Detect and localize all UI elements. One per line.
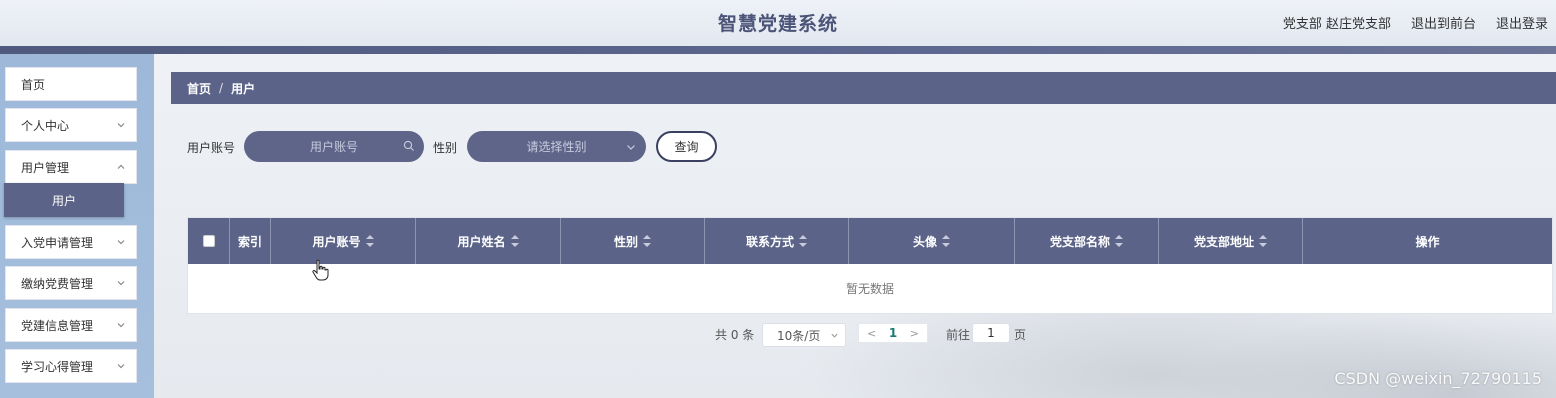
sidebar-item-label: 用户管理 bbox=[21, 160, 70, 175]
sidebar-item-label: 学习心得管理 bbox=[21, 359, 94, 374]
column-header-gender[interactable]: 性别 bbox=[561, 218, 705, 264]
sidebar-subitem-label: 用户 bbox=[51, 193, 76, 208]
account-search-input[interactable] bbox=[244, 131, 424, 162]
breadcrumb-home[interactable]: 首页 bbox=[187, 80, 211, 97]
sort-icon[interactable] bbox=[1259, 235, 1267, 247]
sort-icon[interactable] bbox=[1115, 235, 1123, 247]
chevron-down-icon bbox=[627, 145, 635, 150]
search-icon bbox=[403, 140, 414, 151]
column-header-contact[interactable]: 联系方式 bbox=[705, 218, 849, 264]
sidebar-item-application-management[interactable]: 入党申请管理 bbox=[5, 225, 137, 259]
hand-cursor-icon bbox=[312, 259, 329, 281]
pager-nav: < 1 > bbox=[858, 323, 928, 343]
sidebar-item-label: 党建信息管理 bbox=[21, 318, 94, 333]
sidebar-item-personal-center[interactable]: 个人中心 bbox=[5, 108, 137, 142]
column-header-account[interactable]: 用户账号 bbox=[271, 218, 416, 264]
sort-icon[interactable] bbox=[799, 235, 807, 247]
sidebar-item-news-management[interactable]: 党建信息管理 bbox=[5, 308, 137, 342]
sidebar-item-dues-management[interactable]: 缴纳党费管理 bbox=[5, 266, 137, 300]
account-label: 用户账号 bbox=[187, 141, 236, 155]
breadcrumb-separator: / bbox=[219, 81, 224, 95]
sidebar-item-home[interactable]: 首页 bbox=[5, 67, 137, 101]
select-all-checkbox[interactable] bbox=[202, 235, 215, 247]
sidebar-subitem-user[interactable]: 用户 bbox=[4, 183, 124, 217]
table-empty-state: 暂无数据 bbox=[845, 282, 894, 296]
header-divider-bar bbox=[0, 46, 1556, 54]
watermark: CSDN @weixin_72790115 bbox=[1334, 369, 1542, 388]
column-header-actions: 操作 bbox=[1415, 234, 1440, 249]
user-table: 索引 用户账号 用户姓名 性别 联系方式 头像 党支部名称 党支部地址 操作 暂… bbox=[187, 217, 1553, 314]
page-suffix: 页 bbox=[1014, 328, 1027, 342]
query-button[interactable]: 查询 bbox=[656, 131, 717, 162]
sort-icon[interactable] bbox=[365, 235, 374, 247]
page-size-value: 10条/页 bbox=[777, 328, 821, 343]
column-header-branch-address[interactable]: 党支部地址 bbox=[1159, 218, 1303, 264]
prev-page-icon[interactable]: < bbox=[867, 327, 876, 340]
sidebar-item-user-management[interactable]: 用户管理 bbox=[5, 150, 137, 184]
chevron-up-icon bbox=[117, 164, 125, 169]
column-header-branch-name[interactable]: 党支部名称 bbox=[1015, 218, 1159, 264]
column-header-avatar[interactable]: 头像 bbox=[849, 218, 1015, 264]
sort-icon[interactable] bbox=[942, 235, 950, 247]
top-header: 智慧党建系统 党支部 赵庄党支部 退出到前台 退出登录 bbox=[0, 0, 1556, 46]
logout-link[interactable]: 退出登录 bbox=[1496, 13, 1548, 32]
breadcrumb: 首页 / 用户 bbox=[171, 72, 1556, 104]
goto-label: 前往 bbox=[946, 328, 971, 342]
sidebar-item-label: 缴纳党费管理 bbox=[21, 276, 94, 291]
sidebar-item-label: 个人中心 bbox=[21, 118, 70, 133]
page-size-select[interactable]: 10条/页 bbox=[762, 323, 846, 347]
pager-total: 共 0 条 bbox=[715, 328, 755, 342]
gender-select-placeholder: 请选择性别 bbox=[526, 140, 587, 154]
gender-select[interactable]: 请选择性别 bbox=[467, 131, 646, 162]
chevron-down-icon bbox=[117, 240, 125, 245]
sidebar-item-label: 入党申请管理 bbox=[21, 235, 94, 250]
column-header-index: 索引 bbox=[230, 218, 271, 264]
sort-icon[interactable] bbox=[643, 235, 651, 247]
sidebar-item-label: 首页 bbox=[21, 77, 46, 92]
goto-page-input[interactable] bbox=[972, 323, 1010, 343]
next-page-icon[interactable]: > bbox=[910, 327, 919, 340]
chevron-down-icon bbox=[117, 364, 125, 369]
current-page-number[interactable]: 1 bbox=[889, 326, 897, 340]
current-user-label: 党支部 赵庄党支部 bbox=[1282, 17, 1391, 32]
chevron-down-icon bbox=[117, 323, 125, 328]
header-actions: 党支部 赵庄党支部 退出到前台 退出登录 bbox=[1283, 13, 1548, 32]
back-to-front-link[interactable]: 退出到前台 bbox=[1411, 13, 1476, 32]
chevron-down-icon bbox=[831, 333, 838, 338]
sidebar-item-study-management[interactable]: 学习心得管理 bbox=[5, 349, 137, 383]
gender-label: 性别 bbox=[433, 141, 458, 155]
chevron-down-icon bbox=[117, 281, 125, 286]
column-header-name[interactable]: 用户姓名 bbox=[416, 218, 561, 264]
chevron-down-icon bbox=[117, 123, 125, 128]
breadcrumb-current: 用户 bbox=[231, 81, 256, 96]
table-header: 索引 用户账号 用户姓名 性别 联系方式 头像 党支部名称 党支部地址 操作 bbox=[188, 218, 1552, 264]
select-all-cell bbox=[188, 218, 230, 264]
sort-icon[interactable] bbox=[510, 235, 519, 247]
